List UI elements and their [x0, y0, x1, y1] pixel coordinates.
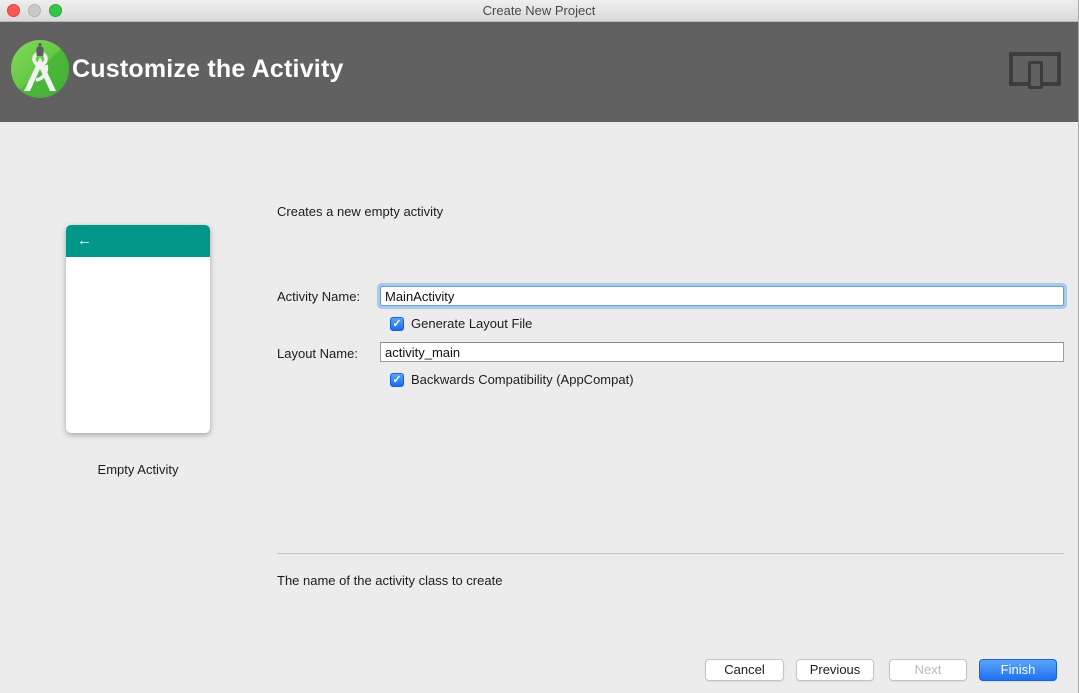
activity-template-preview: ←	[66, 225, 210, 433]
minimize-button	[28, 4, 41, 17]
hint-divider	[277, 553, 1064, 554]
preview-app-bar: ←	[66, 225, 210, 257]
layout-name-input[interactable]	[380, 342, 1064, 362]
back-arrow-icon: ←	[77, 232, 92, 250]
template-description: Creates a new empty activity	[277, 204, 443, 219]
generate-layout-checkbox[interactable]: ✓	[390, 317, 404, 331]
generate-layout-row: ✓ Generate Layout File	[390, 316, 532, 331]
titlebar: Create New Project	[0, 0, 1078, 22]
generate-layout-label: Generate Layout File	[411, 316, 532, 331]
create-new-project-window: Create New Project Customiz	[0, 0, 1079, 693]
wizard-step-title: Customize the Activity	[72, 55, 344, 84]
cancel-button[interactable]: Cancel	[705, 659, 784, 681]
close-button[interactable]	[7, 4, 20, 17]
tablet-phone-icon	[1009, 52, 1061, 90]
android-studio-logo-icon	[10, 39, 70, 99]
zoom-button[interactable]	[49, 4, 62, 17]
next-button: Next	[889, 659, 967, 681]
backwards-compat-row: ✓ Backwards Compatibility (AppCompat)	[390, 372, 634, 387]
activity-name-input[interactable]	[380, 286, 1064, 306]
backwards-compat-label: Backwards Compatibility (AppCompat)	[411, 372, 634, 387]
wizard-header: Customize the Activity	[0, 22, 1078, 122]
activity-name-label: Activity Name:	[277, 289, 360, 304]
finish-button[interactable]: Finish	[979, 659, 1057, 681]
window-title: Create New Project	[0, 0, 1078, 21]
field-hint-text: The name of the activity class to create	[277, 573, 502, 588]
previous-button[interactable]: Previous	[796, 659, 874, 681]
layout-name-label: Layout Name:	[277, 346, 358, 361]
backwards-compat-checkbox[interactable]: ✓	[390, 373, 404, 387]
traffic-lights	[7, 4, 62, 17]
wizard-content: ← Empty Activity Creates a new empty act…	[0, 122, 1078, 693]
template-name-label: Empty Activity	[66, 462, 210, 477]
phone-outline-icon	[1028, 61, 1043, 89]
